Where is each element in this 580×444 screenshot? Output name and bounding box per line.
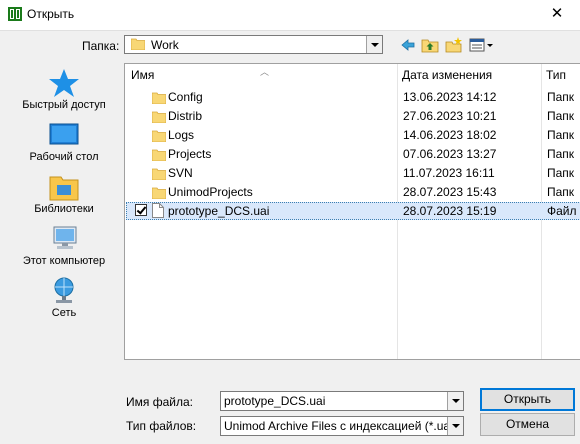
file-type: Папк xyxy=(547,185,575,199)
list-item-selected[interactable]: prototype_DCS.uai 28.07.2023 15:19 Файл xyxy=(126,202,580,220)
file-name: Config xyxy=(168,90,203,104)
folder-icon xyxy=(151,91,167,105)
file-name: Logs xyxy=(168,128,195,142)
file-date: 11.07.2023 16:11 xyxy=(403,166,495,180)
place-this-pc[interactable]: Этот компьютер xyxy=(8,219,120,271)
file-name: Projects xyxy=(168,147,212,161)
chevron-down-icon[interactable] xyxy=(447,417,463,435)
file-date: 28.07.2023 15:43 xyxy=(403,185,497,199)
file-date: 27.06.2023 10:21 xyxy=(403,109,497,123)
list-item[interactable]: SVN 11.07.2023 16:11 Папк xyxy=(126,164,580,182)
place-label: Сеть xyxy=(51,307,77,319)
place-network[interactable]: Сеть xyxy=(8,271,120,323)
folder-icon xyxy=(151,129,167,143)
sort-ascending-icon: ︿ xyxy=(260,67,270,77)
place-desktop[interactable]: Рабочий стол xyxy=(8,115,120,167)
libraries-icon xyxy=(49,176,79,201)
file-name: prototype_DCS.uai xyxy=(168,204,270,218)
app-icon xyxy=(8,7,22,21)
lookin-combo[interactable]: Work xyxy=(124,35,383,54)
title-bar xyxy=(0,0,580,30)
list-item[interactable]: Projects 07.06.2023 13:27 Папк xyxy=(126,145,580,163)
file-type: Папк xyxy=(547,90,575,104)
file-icon xyxy=(152,203,164,218)
filetype-select[interactable]: Unimod Archive Files с индексацией (*.ua… xyxy=(220,416,464,436)
quick-access-star-icon xyxy=(49,69,79,97)
view-menu-icon[interactable] xyxy=(469,37,495,53)
back-arrow-icon[interactable] xyxy=(399,37,417,53)
folder-icon xyxy=(151,148,167,162)
file-date: 14.06.2023 18:02 xyxy=(403,128,497,142)
filename-field[interactable]: prototype_DCS.uai xyxy=(220,391,464,411)
network-icon xyxy=(54,277,74,303)
places-bar: Быстрый доступ Рабочий стол Библиотеки Э… xyxy=(8,63,120,361)
file-name: UnimodProjects xyxy=(168,185,253,199)
place-label: Быстрый доступ xyxy=(22,99,106,111)
folder-icon xyxy=(151,110,167,124)
desktop-icon xyxy=(49,123,79,145)
file-date: 07.06.2023 13:27 xyxy=(403,147,497,161)
column-header-type[interactable]: Тип xyxy=(546,64,580,86)
chevron-down-icon[interactable] xyxy=(366,36,382,53)
title-divider xyxy=(0,30,580,31)
filetype-label: Тип файлов: xyxy=(126,419,197,433)
list-item[interactable]: Logs 14.06.2023 18:02 Папк xyxy=(126,126,580,144)
lookin-value: Work xyxy=(151,38,179,52)
file-name: Distrib xyxy=(168,109,203,123)
file-type: Файл xyxy=(547,204,577,218)
item-checkbox[interactable] xyxy=(135,204,147,216)
folder-icon xyxy=(151,186,167,200)
file-type: Папк xyxy=(547,109,575,123)
file-name: SVN xyxy=(168,166,193,180)
file-type: Папк xyxy=(547,147,575,161)
file-type: Папк xyxy=(547,166,575,180)
list-item[interactable]: UnimodProjects 28.07.2023 15:43 Папк xyxy=(126,183,580,201)
place-libraries[interactable]: Библиотеки xyxy=(8,167,120,219)
chevron-down-icon[interactable] xyxy=(447,392,463,410)
place-label: Рабочий стол xyxy=(29,151,99,163)
up-folder-icon[interactable] xyxy=(421,37,439,53)
list-item[interactable]: Distrib 27.06.2023 10:21 Папк xyxy=(126,107,580,125)
filetype-value: Unimod Archive Files с индексацией (*.ua… xyxy=(224,419,457,433)
file-date: 28.07.2023 15:19 xyxy=(403,204,497,218)
place-label: Этот компьютер xyxy=(22,255,106,267)
column-header-date[interactable]: Дата изменения xyxy=(402,64,540,86)
open-button[interactable]: Открыть xyxy=(480,388,575,411)
place-label: Библиотеки xyxy=(34,203,94,215)
list-item[interactable]: Config 13.06.2023 14:12 Папк xyxy=(126,88,580,106)
close-icon[interactable]: ✕ xyxy=(546,4,568,24)
folder-icon xyxy=(130,38,146,51)
file-list[interactable]: Имя ︿ Дата изменения Тип Config 13.06.20… xyxy=(124,63,580,360)
place-quick-access[interactable]: Быстрый доступ xyxy=(8,63,120,115)
file-date: 13.06.2023 14:12 xyxy=(403,90,497,104)
new-folder-icon[interactable] xyxy=(445,37,463,53)
computer-icon xyxy=(53,226,77,249)
filename-value: prototype_DCS.uai xyxy=(224,394,326,408)
cancel-button[interactable]: Отмена xyxy=(480,413,575,436)
lookin-label: Папка: xyxy=(82,39,120,53)
folder-icon xyxy=(151,167,167,181)
filename-label: Имя файла: xyxy=(126,395,193,409)
file-type: Папк xyxy=(547,128,575,142)
window-title: Открыть xyxy=(27,7,75,21)
